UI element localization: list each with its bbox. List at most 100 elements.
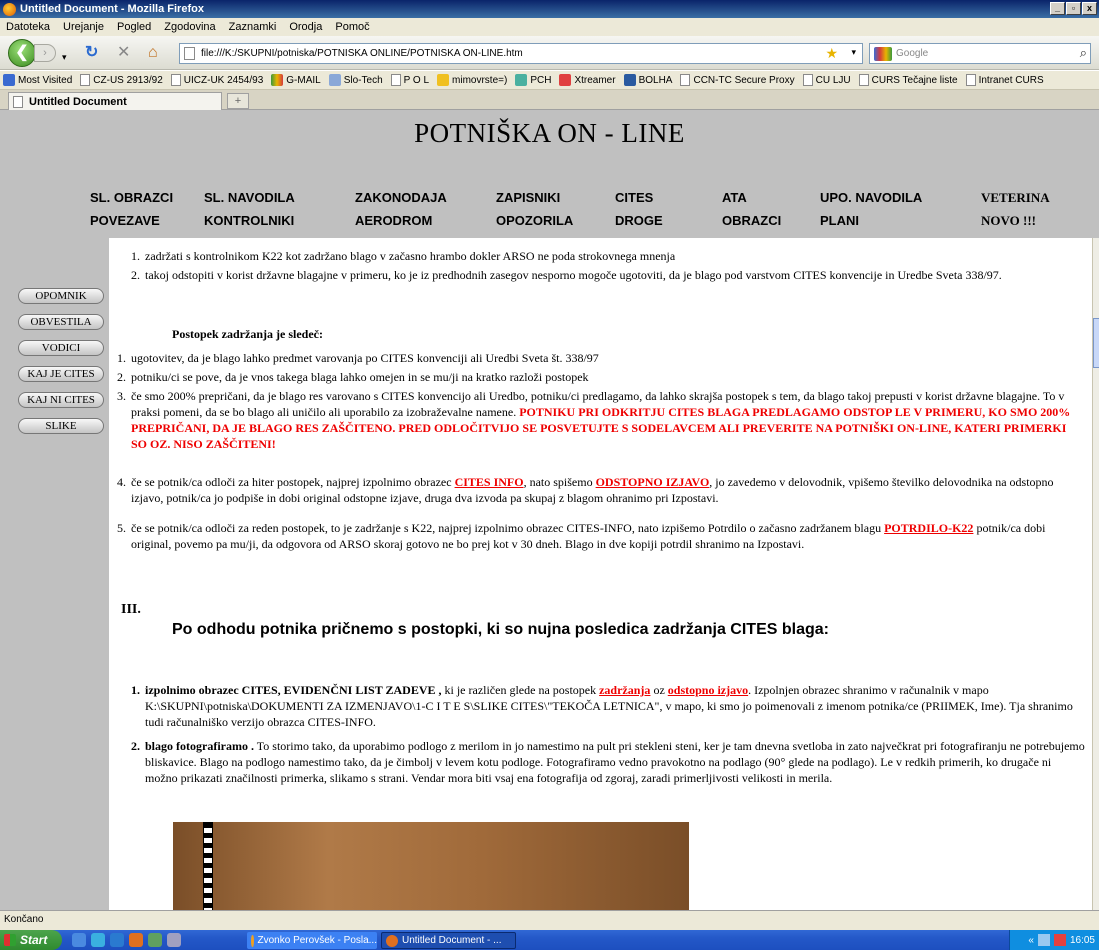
nav-veterina[interactable]: VETERINA: [981, 190, 1050, 206]
taskbar-button-email[interactable]: Zvonko Perovšek - Posla...: [247, 932, 377, 949]
search-icon[interactable]: ⌕: [1080, 45, 1087, 61]
app-icon[interactable]: [148, 933, 162, 947]
page-icon: [965, 74, 976, 86]
reload-icon[interactable]: ↻: [85, 44, 98, 62]
star-icon[interactable]: ★: [825, 45, 838, 62]
nav-povezave[interactable]: POVEZAVE: [90, 213, 160, 228]
bookmark-item[interactable]: Slo-Tech: [328, 74, 383, 86]
url-text: file:///K:/SKUPNI/potniska/POTNISKA ONLI…: [201, 48, 523, 59]
nav-kontrolniki[interactable]: KONTROLNIKI: [204, 213, 294, 228]
scrollbar-thumb[interactable]: [1093, 318, 1099, 368]
url-bar[interactable]: file:///K:/SKUPNI/potniska/POTNISKA ONLI…: [179, 43, 863, 64]
cites-item-photo: [173, 822, 689, 910]
nav-aerodrom[interactable]: AERODROM: [355, 213, 432, 228]
tray-app-icon[interactable]: [1037, 934, 1050, 946]
minimize-button[interactable]: _: [1050, 2, 1065, 15]
bookmark-item[interactable]: mimovrste=): [437, 74, 507, 86]
zadrzanja-link[interactable]: zadržanja: [599, 683, 650, 697]
odstopno-izjavo-link[interactable]: odstopno izjavo: [668, 683, 748, 697]
menu-tools[interactable]: Orodja: [289, 21, 322, 33]
taskbar-button-firefox[interactable]: Untitled Document - ...: [381, 932, 516, 949]
odstopno-izjavo-link[interactable]: ODSTOPNO IZJAVO: [596, 475, 710, 489]
bookmark-item[interactable]: CURS Tečajne liste: [858, 74, 958, 86]
sidebar-button-slike[interactable]: SLIKE: [18, 418, 104, 434]
nav-sl-navodila[interactable]: SL. NAVODILA: [204, 190, 295, 205]
tray-expand-icon[interactable]: «: [1028, 935, 1034, 946]
page-icon: [802, 74, 813, 86]
nav-cites[interactable]: CITES: [615, 190, 653, 205]
list-item: 1. izpolnimo obrazec CITES, EVIDENČNI LIS…: [131, 683, 1073, 729]
stop-icon[interactable]: ✕: [117, 44, 130, 62]
ie-icon[interactable]: [72, 933, 86, 947]
close-button[interactable]: x: [1082, 2, 1097, 15]
sidebar-button-vodici[interactable]: VODICI: [18, 340, 104, 356]
nav-obrazci[interactable]: OBRAZCI: [722, 213, 781, 228]
menu-help[interactable]: Pomoč: [335, 21, 369, 33]
cites-info-link[interactable]: CITES INFO: [455, 475, 524, 489]
pch-icon: [515, 74, 528, 86]
bookmark-item[interactable]: UICZ-UK 2454/93: [170, 74, 263, 86]
main-content: 1. zadržati s kontrolnikom K22 kot zadrža…: [109, 238, 1092, 910]
back-button[interactable]: ❮: [8, 39, 36, 67]
nav-plani[interactable]: PLANI: [820, 213, 859, 228]
sidebar-button-obvestila[interactable]: OBVESTILA: [18, 314, 104, 330]
sidebar-button-kaj-je-cites[interactable]: KAJ JE CITES: [18, 366, 104, 382]
nav-upo-navodila[interactable]: UPO. NAVODILA: [820, 190, 922, 205]
app-icon[interactable]: [167, 933, 181, 947]
list-item: 5. če se potnik/ca odloči za reden postop…: [117, 521, 1046, 551]
forward-button[interactable]: ›: [34, 44, 56, 62]
list-item: 1. zadržati s kontrolnikom K22 kot zadrža…: [131, 249, 676, 263]
list-item: 1. ugotovitev, da je blago lahko predmet …: [117, 351, 599, 365]
slotech-icon: [328, 74, 341, 86]
bookmark-item[interactable]: BOLHA: [623, 74, 672, 86]
sidebar-button-opomnik[interactable]: OPOMNIK: [18, 288, 104, 304]
bookmark-item[interactable]: CCN-TC Secure Proxy: [680, 74, 795, 86]
menu-bar: Datoteka Urejanje Pogled Zgodovina Zazna…: [0, 18, 1099, 36]
tray-app-icon[interactable]: [1053, 934, 1066, 946]
history-dropdown-icon[interactable]: ▾: [62, 48, 67, 66]
title-bar: Untitled Document - Mozilla Firefox _ ▫ …: [0, 0, 1099, 18]
url-dropdown-icon[interactable]: ▾: [851, 47, 856, 58]
menu-file[interactable]: Datoteka: [6, 21, 50, 33]
start-button[interactable]: Start: [0, 930, 62, 950]
nav-novo[interactable]: NOVO !!!: [981, 213, 1036, 229]
bookmark-item[interactable]: Most Visited: [3, 74, 72, 86]
nav-zapisniki[interactable]: ZAPISNIKI: [496, 190, 560, 205]
tab-untitled-document[interactable]: Untitled Document: [8, 92, 222, 110]
bookmark-item[interactable]: G-MAIL: [271, 74, 321, 86]
bookmark-item[interactable]: PCH: [515, 74, 551, 86]
nav-droge[interactable]: DROGE: [615, 213, 663, 228]
section-number: III.: [121, 602, 141, 617]
menu-edit[interactable]: Urejanje: [63, 21, 104, 33]
maximize-button[interactable]: ▫: [1066, 2, 1081, 15]
bookmarks-toolbar: Most Visited CZ-US 2913/92 UICZ-UK 2454/…: [0, 71, 1099, 90]
list-item: 2. blago fotografiramo . To storimo tako,…: [131, 739, 1085, 785]
nav-opozorila[interactable]: OPOZORILA: [496, 213, 573, 228]
new-tab-button[interactable]: +: [227, 93, 249, 109]
media-icon[interactable]: [110, 933, 124, 947]
desktop-icon[interactable]: [91, 933, 105, 947]
menu-bookmarks[interactable]: Zaznamki: [229, 21, 277, 33]
google-icon[interactable]: [874, 46, 892, 61]
vertical-scrollbar[interactable]: [1092, 238, 1099, 910]
nav-sl-obrazci[interactable]: SL. OBRAZCI: [90, 190, 173, 205]
nav-zakonodaja[interactable]: ZAKONODAJA: [355, 190, 447, 205]
bookmark-item[interactable]: Intranet CURS: [965, 74, 1044, 86]
search-box[interactable]: Google ⌕: [869, 43, 1091, 64]
bookmark-item[interactable]: CU LJU: [802, 74, 851, 86]
mimovrste-icon: [437, 74, 450, 86]
bookmark-item[interactable]: Xtreamer: [559, 74, 616, 86]
potrdilo-k22-link[interactable]: POTRDILO-K22: [884, 521, 973, 535]
bookmark-item[interactable]: P O L: [390, 74, 429, 86]
sidebar-button-kaj-ni-cites[interactable]: KAJ NI CITES: [18, 392, 104, 408]
home-icon[interactable]: ⌂: [148, 44, 158, 62]
windows-flag-icon: [4, 934, 16, 946]
menu-view[interactable]: Pogled: [117, 21, 151, 33]
menu-history[interactable]: Zgodovina: [164, 21, 215, 33]
nav-ata[interactable]: ATA: [722, 190, 747, 205]
firefox-icon[interactable]: [129, 933, 143, 947]
most-visited-icon: [3, 74, 15, 86]
page-icon: [858, 74, 869, 86]
bookmark-item[interactable]: CZ-US 2913/92: [80, 74, 163, 86]
list-item: 4. če se potnik/ca odloči za hiter postop…: [117, 475, 1054, 505]
